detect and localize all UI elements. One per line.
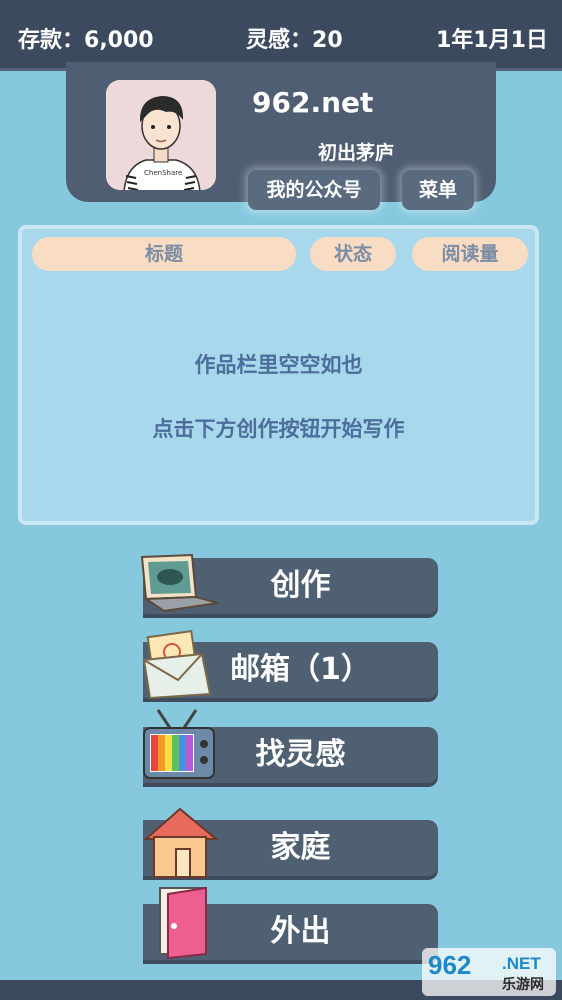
wechat-account-button[interactable]: 我的公众号 bbox=[248, 170, 380, 210]
works-panel: 标题 状态 阅读量 作品栏里空空如也 点击下方创作按钮开始写作 bbox=[18, 225, 539, 525]
game-date: 1年1月1日 bbox=[436, 28, 548, 53]
shirt-text: ChenShare bbox=[144, 169, 183, 177]
watermark-logo: 962 .NET 乐游网 bbox=[422, 948, 556, 996]
mail-envelope-icon bbox=[142, 630, 212, 700]
column-status: 状态 bbox=[310, 237, 396, 271]
status-bar: 存款：6,000 灵感：20 1年1月1日 bbox=[0, 0, 562, 71]
column-title: 标题 bbox=[32, 237, 296, 271]
laptop-icon bbox=[140, 553, 219, 613]
money-value: 6,000 bbox=[84, 28, 154, 53]
menu-button[interactable]: 菜单 bbox=[402, 170, 474, 210]
empty-hint: 点击下方创作按钮开始写作 bbox=[152, 417, 405, 441]
player-name: 962.net bbox=[252, 86, 374, 119]
tv-icon bbox=[143, 709, 215, 779]
money-stat: 存款：6,000 bbox=[18, 22, 154, 54]
inspiration-label: 灵感： bbox=[246, 28, 313, 53]
watermark-suffix: .NET bbox=[502, 954, 541, 973]
inspiration-stat: 灵感：20 bbox=[246, 22, 343, 54]
column-reads: 阅读量 bbox=[412, 237, 528, 271]
avatar[interactable]: ChenShare bbox=[106, 80, 216, 190]
empty-message: 作品栏里空空如也 bbox=[194, 353, 363, 377]
watermark-text: 乐游网 bbox=[502, 977, 544, 993]
profile-card: ChenShare 962.net 初出茅庐 我的公众号 菜单 bbox=[66, 62, 496, 210]
money-label: 存款： bbox=[18, 28, 85, 53]
door-icon bbox=[159, 886, 207, 960]
inspiration-value: 20 bbox=[312, 28, 343, 53]
watermark-brand: 962 bbox=[428, 950, 472, 980]
player-rank: 初出茅庐 bbox=[318, 142, 395, 164]
house-icon bbox=[143, 807, 219, 878]
